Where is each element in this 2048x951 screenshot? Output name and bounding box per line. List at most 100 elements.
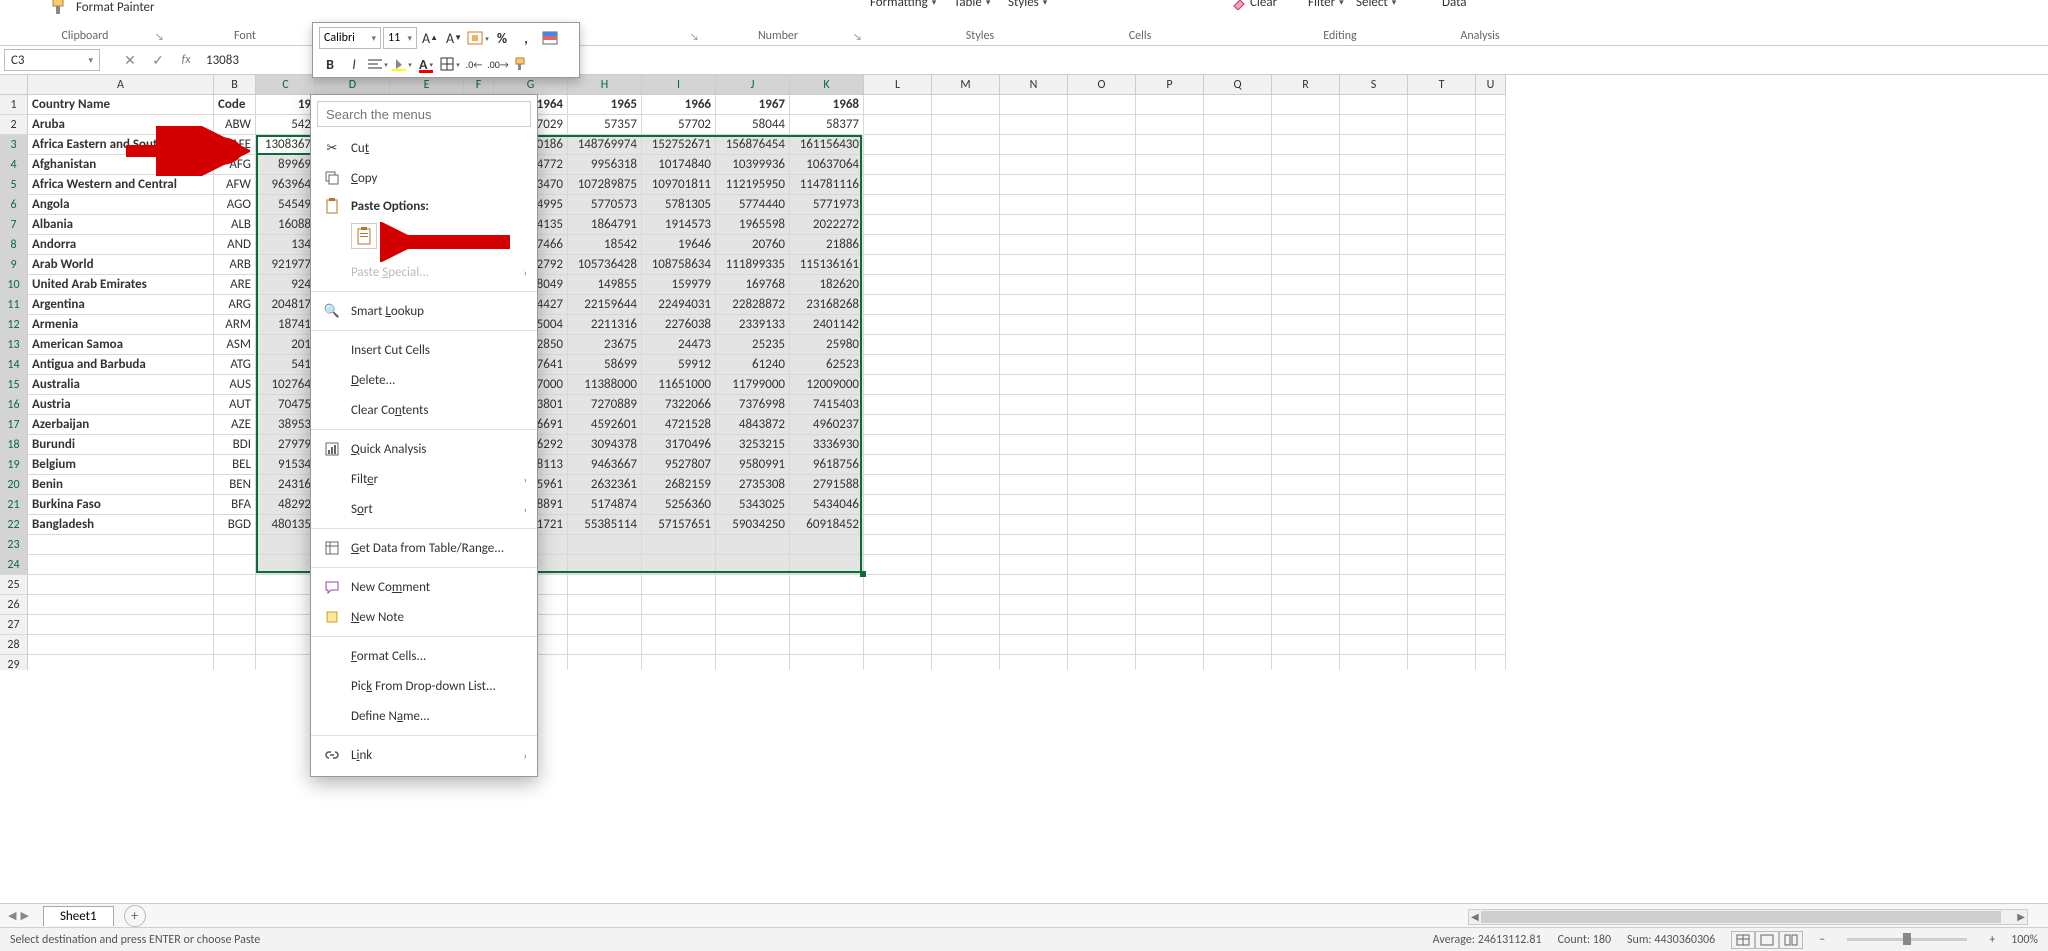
- cell[interactable]: 60918452: [790, 515, 864, 535]
- scrollbar-thumb[interactable]: [1481, 911, 2001, 923]
- fill-color-icon[interactable]: ▾: [391, 53, 413, 75]
- cell[interactable]: [864, 235, 932, 255]
- row-header[interactable]: 19: [0, 455, 28, 475]
- cell[interactable]: [1068, 515, 1136, 535]
- link-item[interactable]: Link ›: [311, 740, 537, 770]
- cell[interactable]: [1272, 115, 1340, 135]
- cell[interactable]: [1272, 495, 1340, 515]
- cell[interactable]: Country Name: [28, 95, 214, 115]
- cell[interactable]: [1408, 655, 1476, 670]
- cell[interactable]: 159979: [642, 275, 716, 295]
- cell[interactable]: [1340, 255, 1408, 275]
- cell[interactable]: [1408, 295, 1476, 315]
- cell[interactable]: [256, 595, 316, 615]
- cell[interactable]: [1272, 195, 1340, 215]
- cell[interactable]: [1476, 315, 1506, 335]
- align-icon[interactable]: ▾: [367, 53, 389, 75]
- cell[interactable]: [1204, 295, 1272, 315]
- cell[interactable]: [864, 615, 932, 635]
- cell[interactable]: [1408, 615, 1476, 635]
- row-header[interactable]: 16: [0, 395, 28, 415]
- cell[interactable]: 55385114: [568, 515, 642, 535]
- column-header[interactable]: J: [716, 75, 790, 95]
- cell[interactable]: [790, 555, 864, 575]
- column-header[interactable]: O: [1068, 75, 1136, 95]
- cell[interactable]: [716, 635, 790, 655]
- mini-font-select[interactable]: Calibri▾: [319, 27, 381, 49]
- cell[interactable]: 115136161: [790, 255, 864, 275]
- cell[interactable]: AUT: [214, 395, 256, 415]
- cell[interactable]: [568, 655, 642, 670]
- cell[interactable]: [1408, 535, 1476, 555]
- cell[interactable]: [932, 495, 1000, 515]
- cell[interactable]: [1136, 375, 1204, 395]
- cell[interactable]: [1068, 115, 1136, 135]
- cell[interactable]: [932, 635, 1000, 655]
- cell[interactable]: [1204, 195, 1272, 215]
- cell[interactable]: [1136, 335, 1204, 355]
- cell[interactable]: [1408, 635, 1476, 655]
- cell[interactable]: [1408, 195, 1476, 215]
- cell[interactable]: [716, 575, 790, 595]
- row-header[interactable]: 17: [0, 415, 28, 435]
- cell[interactable]: 58699: [568, 355, 642, 375]
- cell[interactable]: [1476, 95, 1506, 115]
- cell[interactable]: [1136, 495, 1204, 515]
- cell[interactable]: [864, 415, 932, 435]
- cell[interactable]: [1476, 415, 1506, 435]
- copy-item[interactable]: Copy: [311, 163, 537, 193]
- cell[interactable]: [1000, 195, 1068, 215]
- cut-item[interactable]: ✂ Cut: [311, 133, 537, 163]
- new-comment-item[interactable]: New Comment: [311, 572, 537, 602]
- cell[interactable]: 1967: [716, 95, 790, 115]
- cell[interactable]: 22494031: [642, 295, 716, 315]
- cell[interactable]: [1204, 375, 1272, 395]
- increase-decimal-icon[interactable]: .0←: [463, 53, 485, 75]
- cell[interactable]: [932, 275, 1000, 295]
- cell[interactable]: [1476, 395, 1506, 415]
- cell[interactable]: [1476, 435, 1506, 455]
- new-note-item[interactable]: New Note: [311, 602, 537, 632]
- cell[interactable]: [1272, 295, 1340, 315]
- row-header[interactable]: 29: [0, 655, 28, 670]
- row-header[interactable]: 20: [0, 475, 28, 495]
- cell[interactable]: [1136, 115, 1204, 135]
- cell[interactable]: 3094378: [568, 435, 642, 455]
- cell[interactable]: [1000, 575, 1068, 595]
- cell[interactable]: [1068, 595, 1136, 615]
- cell[interactable]: Angola: [28, 195, 214, 215]
- cell[interactable]: 70475: [256, 395, 316, 415]
- cell[interactable]: 4843872: [716, 415, 790, 435]
- column-header[interactable]: F: [464, 75, 494, 95]
- cell[interactable]: [1272, 475, 1340, 495]
- cell[interactable]: [1340, 135, 1408, 155]
- cell[interactable]: 3253215: [716, 435, 790, 455]
- row-header[interactable]: 9: [0, 255, 28, 275]
- row-header[interactable]: 25: [0, 575, 28, 595]
- cell[interactable]: [1068, 535, 1136, 555]
- cell[interactable]: [1204, 655, 1272, 670]
- define-name-item[interactable]: Define Name...: [311, 701, 537, 731]
- cell[interactable]: 23168268: [790, 295, 864, 315]
- cell[interactable]: 58377: [790, 115, 864, 135]
- cell[interactable]: [864, 215, 932, 235]
- cell[interactable]: [1272, 315, 1340, 335]
- cell[interactable]: [864, 155, 932, 175]
- cell[interactable]: [1204, 235, 1272, 255]
- column-header[interactable]: Q: [1204, 75, 1272, 95]
- cell[interactable]: [1000, 655, 1068, 670]
- column-header[interactable]: P: [1136, 75, 1204, 95]
- cell[interactable]: Antigua and Barbuda: [28, 355, 214, 375]
- sheet-tab[interactable]: Sheet1: [43, 906, 114, 926]
- cell[interactable]: Bangladesh: [28, 515, 214, 535]
- cell[interactable]: [932, 255, 1000, 275]
- insert-cut-cells-item[interactable]: Insert Cut Cells: [311, 335, 537, 365]
- increase-font-icon[interactable]: A▲: [419, 27, 441, 49]
- cell[interactable]: [1272, 415, 1340, 435]
- cell[interactable]: 4592601: [568, 415, 642, 435]
- cell[interactable]: [1068, 495, 1136, 515]
- cell[interactable]: [1272, 575, 1340, 595]
- cell[interactable]: 112195950: [716, 175, 790, 195]
- cell[interactable]: [256, 655, 316, 670]
- zoom-out-button[interactable]: −: [1819, 933, 1825, 947]
